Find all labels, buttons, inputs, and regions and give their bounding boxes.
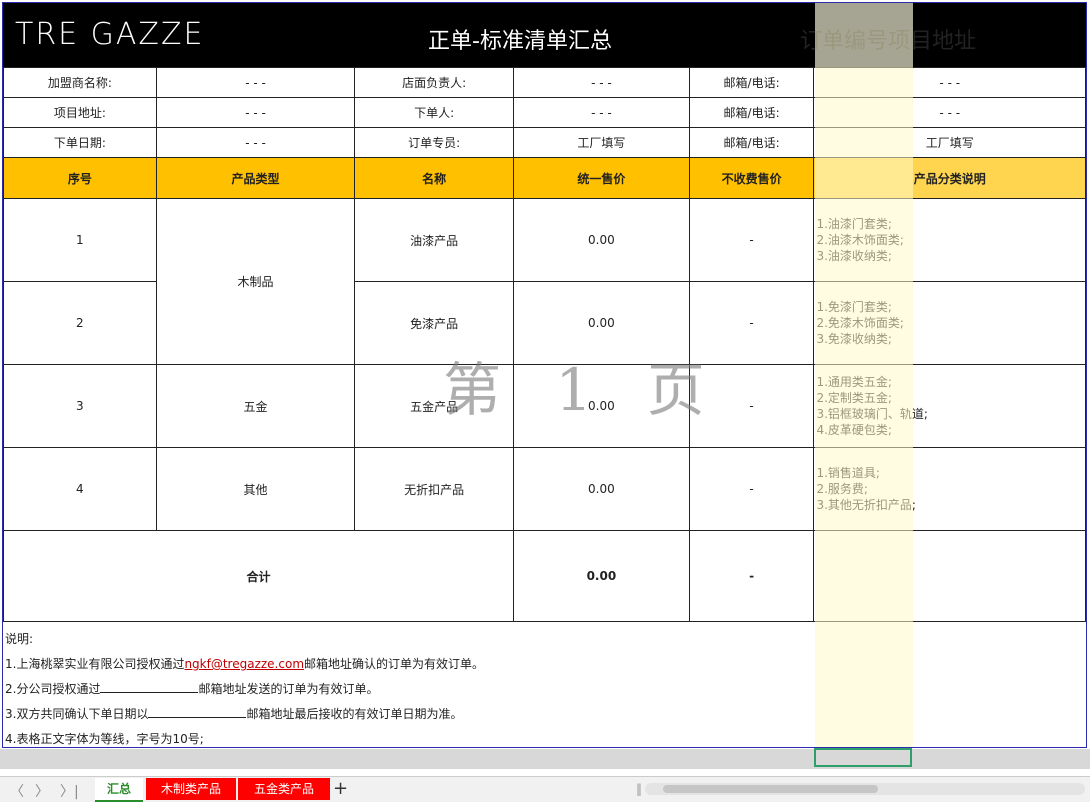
table-row: 3 五金 五金产品 0.00-1.通用类五金; 2.定制类五金; 3.铝框玻璃门、轨道; 4… — [3, 364, 1086, 448]
total-label[interactable]: 合计 — [3, 530, 515, 622]
description-line: 1.通用类五金; — [816, 375, 892, 389]
description-line: 2.油漆木饰面类; — [816, 233, 904, 247]
note-line-1: 1.上海桃翠实业有限公司授权通过ngkf@tregazze.com邮箱地址确认的… — [5, 657, 485, 671]
tab-summary[interactable]: 汇总 — [95, 778, 143, 802]
info-value[interactable]: - - - — [155, 97, 356, 128]
free-price[interactable]: - — [688, 281, 815, 365]
info-label[interactable]: 店面负责人: — [354, 67, 515, 98]
description-line: 2.定制类五金; — [816, 391, 892, 405]
info-value[interactable]: 工厂填写 — [813, 127, 1086, 158]
info-label[interactable]: 加盟商名称: — [3, 67, 157, 98]
table-row: 1 木制品 油漆产品 0.00-1.油漆门套类; 2.油漆木饰面类; 3.油漆收纳类; — [3, 198, 1086, 365]
description-line: 1.油漆门套类; — [816, 217, 892, 231]
product-name[interactable]: 免漆产品 — [354, 281, 515, 365]
info-value[interactable]: 工厂填写 — [513, 127, 690, 158]
info-row: 下单日期: - - - 订单专员: 工厂填写 邮箱/电话: 工厂填写 — [3, 127, 1086, 158]
tab-hardware-products[interactable]: 五金类产品 — [238, 778, 330, 800]
free-price[interactable]: - — [688, 364, 815, 448]
product-type[interactable]: 五金 — [155, 364, 356, 448]
unified-price[interactable]: 0.00 — [513, 198, 690, 282]
table-row: 4 其他 无折扣产品 0.00-1.销售道具; 2.服务费; 3.其他无折扣产品; — [3, 447, 1086, 531]
description-line: 3.免漆收纳类; — [816, 332, 892, 346]
info-label[interactable]: 项目地址: — [3, 97, 157, 128]
description-line: 4.皮革硬包类; — [816, 423, 892, 437]
info-label[interactable]: 订单专员: — [354, 127, 515, 158]
unified-price[interactable]: 0.00 — [513, 364, 690, 448]
description-line: 3.铝框玻璃门、轨道; — [816, 407, 928, 421]
free-price[interactable]: - — [688, 447, 815, 531]
info-label[interactable]: 下单人: — [354, 97, 515, 128]
info-value[interactable]: - - - — [513, 97, 690, 128]
total-row: 合计 0.00- — [3, 530, 1086, 622]
description-line: 1.销售道具; — [816, 466, 880, 480]
email-link[interactable]: ngkf@tregazze.com — [184, 657, 304, 671]
selected-cell[interactable] — [814, 748, 912, 767]
row-number[interactable]: 3 — [3, 364, 157, 448]
last-sheet-icon[interactable]: 〉| — [60, 781, 79, 801]
info-row: 项目地址: - - - 下单人: - - - 邮箱/电话: - - - — [3, 97, 1086, 128]
description-line: 3.其他无折扣产品; — [816, 498, 916, 512]
description-line: 3.油漆收纳类; — [816, 249, 892, 263]
info-value[interactable]: - - - — [155, 127, 356, 158]
row-number[interactable]: 1 — [3, 198, 157, 282]
note-line-4: 4.表格正文字体为等线，字号为10号; — [5, 732, 204, 746]
total-empty[interactable] — [813, 530, 1086, 622]
info-label[interactable]: 邮箱/电话: — [688, 67, 815, 98]
column-header[interactable]: 产品分类说明 — [813, 157, 1086, 199]
info-value[interactable]: - - - — [813, 97, 1086, 128]
column-header[interactable]: 不收费售价 — [688, 157, 815, 199]
info-value[interactable]: - - - — [813, 67, 1086, 98]
info-value[interactable]: - - - — [155, 67, 356, 98]
product-type[interactable]: 木制品 — [155, 198, 356, 365]
note-line-3: 3.双方共同确认下单日期以 邮箱地址最后接收的有效订单日期为准。 — [5, 707, 463, 721]
scrollbar-thumb[interactable] — [663, 785, 878, 793]
unified-price[interactable]: 0.00 — [513, 447, 690, 531]
horizontal-scrollbar[interactable] — [645, 783, 1085, 795]
free-price[interactable]: - — [688, 198, 815, 282]
column-header[interactable]: 名称 — [354, 157, 515, 199]
tab-wood-products[interactable]: 木制类产品 — [146, 778, 236, 800]
category-description[interactable]: 1.油漆门套类; 2.油漆木饰面类; 3.油漆收纳类; — [813, 198, 1086, 282]
info-label[interactable]: 邮箱/电话: — [688, 97, 815, 128]
summary-table: 加盟商名称: - - - 店面负责人: - - - 邮箱/电话: - - - 项目地址: - … — [3, 67, 1086, 622]
order-number-label: 订单编号项目地址 — [800, 29, 977, 54]
product-name[interactable]: 无折扣产品 — [354, 447, 515, 531]
total-free[interactable]: - — [688, 530, 815, 622]
category-description[interactable]: 1.免漆门套类; 2.免漆木饰面类; 3.免漆收纳类; — [813, 281, 1086, 365]
column-header[interactable]: 序号 — [3, 157, 157, 199]
description-line: 2.服务费; — [816, 482, 868, 496]
info-label[interactable]: 邮箱/电话: — [688, 127, 815, 158]
description-line: 2.免漆木饰面类; — [816, 316, 904, 330]
column-header[interactable]: 产品类型 — [155, 157, 356, 199]
note-line-2: 2.分公司授权通过 邮箱地址发送的订单为有效订单。 — [5, 682, 379, 696]
sheet-gutter — [0, 749, 1090, 769]
brand-logo: TRE GAZZE — [15, 17, 205, 52]
info-value[interactable]: - - - — [513, 67, 690, 98]
prev-sheet-icon[interactable]: 〈 — [10, 781, 24, 801]
notes-section: 说明: 1.上海桃翠实业有限公司授权通过ngkf@tregazze.com邮箱地… — [5, 627, 485, 747]
description-line: 1.免漆门套类; — [816, 300, 892, 314]
product-type[interactable]: 其他 — [155, 447, 356, 531]
column-header[interactable]: 统一售价 — [513, 157, 690, 199]
category-description[interactable]: 1.销售道具; 2.服务费; 3.其他无折扣产品; — [813, 447, 1086, 531]
split-handle-icon[interactable]: ‖ — [636, 782, 642, 796]
add-sheet-icon[interactable]: + — [333, 778, 348, 799]
category-description[interactable]: 1.通用类五金; 2.定制类五金; 3.铝框玻璃门、轨道; 4.皮革硬包类; — [813, 364, 1086, 448]
product-name[interactable]: 油漆产品 — [354, 198, 515, 282]
spreadsheet-area[interactable]: TRE GAZZE 正单-标准清单汇总 订单编号项目地址 加盟商名称: - - -… — [2, 2, 1087, 748]
sheet-title: 正单-标准清单汇总 — [428, 29, 612, 54]
row-number[interactable]: 4 — [3, 447, 157, 531]
column-header-row: 序号 产品类型 名称 统一售价 不收费售价 产品分类说明 — [3, 157, 1086, 199]
info-label[interactable]: 下单日期: — [3, 127, 157, 158]
next-sheet-icon[interactable]: 〉 — [35, 781, 49, 801]
notes-title: 说明: — [5, 632, 34, 646]
unified-price[interactable]: 0.00 — [513, 281, 690, 365]
total-price[interactable]: 0.00 — [513, 530, 690, 622]
row-number[interactable]: 2 — [3, 281, 157, 365]
sheet-tab-bar: 〈 〉 〉| 汇总 木制类产品 五金类产品 + ‖ — [0, 776, 1090, 802]
product-name[interactable]: 五金产品 — [354, 364, 515, 448]
info-row: 加盟商名称: - - - 店面负责人: - - - 邮箱/电话: - - - — [3, 67, 1086, 98]
